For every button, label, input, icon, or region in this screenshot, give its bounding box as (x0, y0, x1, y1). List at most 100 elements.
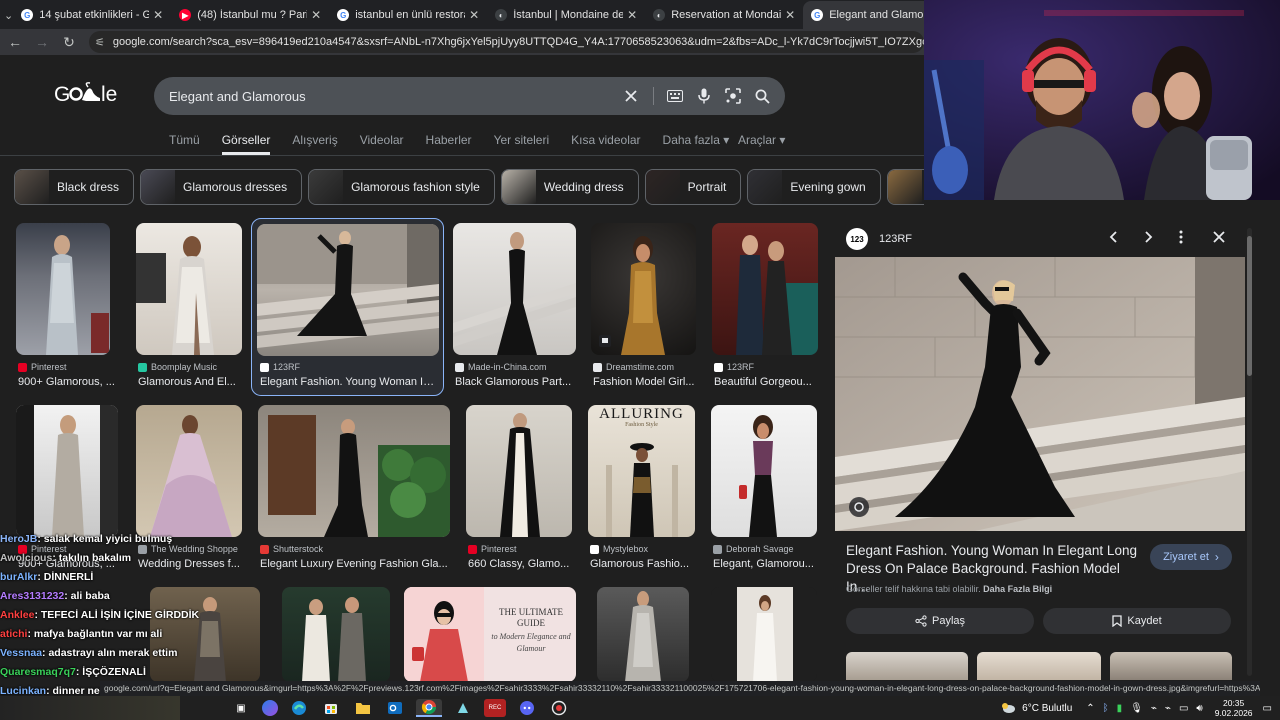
result-image[interactable]: ALLURING Fashion Style (588, 405, 695, 537)
tab-close-icon[interactable]: ✕ (785, 8, 795, 22)
result-image[interactable] (591, 223, 696, 355)
result-tile[interactable]: 123RF Beautiful Gorgeou... (712, 223, 820, 393)
tab-search-icon[interactable]: ⌄ (4, 1, 13, 29)
back-icon[interactable]: ← (3, 30, 27, 54)
result-caption[interactable]: 660 Classy, Glamo... (468, 558, 572, 570)
result-image[interactable] (597, 587, 689, 682)
green-app-icon[interactable]: ▮ (1117, 703, 1123, 714)
filter-chip[interactable]: Portrait (644, 169, 742, 205)
scrollbar-thumb[interactable] (1247, 236, 1252, 376)
outlook-icon[interactable] (384, 699, 406, 717)
result-tile[interactable] (711, 587, 819, 682)
network-icon[interactable]: ▭ (1179, 703, 1188, 714)
tools-menu[interactable]: Araçlar ▾ (738, 133, 785, 147)
related-image[interactable] (977, 652, 1101, 680)
browser-tab[interactable]: ▶ (48) İstanbul mu ? Paris mi dan... ✕ (171, 1, 329, 29)
result-caption[interactable]: Elegant Fashion. Young Woman In... (260, 376, 438, 388)
search-tab[interactable]: Haberler (426, 127, 472, 155)
search-tab[interactable]: Kısa videolar (571, 127, 640, 155)
edge-icon[interactable] (288, 699, 310, 717)
keyboard-icon[interactable] (662, 83, 688, 109)
result-caption[interactable]: Black Glamorous Part... (455, 376, 575, 388)
result-tile[interactable]: Made-in-China.com Black Glamorous Part..… (453, 223, 577, 393)
result-image[interactable] (258, 405, 450, 537)
result-image[interactable] (453, 223, 576, 355)
lens-icon[interactable] (720, 83, 746, 109)
result-image[interactable] (136, 223, 242, 355)
usb-icon[interactable]: ⌁ (1151, 703, 1157, 714)
result-caption[interactable]: Fashion Model Girl... (593, 376, 699, 388)
site-info-icon[interactable]: ⚟ (95, 36, 105, 49)
browser-tab[interactable]: ◐ Reservation at Mondaine De Pa...✕ (645, 1, 803, 29)
discord-icon[interactable] (516, 699, 538, 717)
close-icon[interactable] (1212, 230, 1226, 248)
preview-source[interactable]: 123 123RF (846, 228, 912, 250)
result-caption[interactable]: Beautiful Gorgeou... (714, 376, 818, 388)
license-link[interactable]: Daha Fazla Bilgi (983, 584, 1052, 594)
filter-chip[interactable]: Wedding dress (500, 169, 639, 205)
result-caption[interactable]: Glamorous Fashio... (590, 558, 696, 570)
result-caption[interactable]: 900+ Glamorous, ... (18, 376, 118, 388)
usb2-icon[interactable]: ⌁ (1165, 703, 1171, 714)
result-image[interactable] (711, 405, 817, 537)
forward-icon[interactable]: → (30, 30, 54, 54)
more-options-icon[interactable] (1178, 230, 1184, 248)
microphone-tray-icon[interactable]: 🎙 (1130, 703, 1143, 714)
chrome-icon[interactable] (416, 699, 442, 717)
result-tile[interactable]: ALLURING Fashion Style Mystylebox Glamor… (588, 405, 698, 575)
task-view-icon[interactable]: ▣ (230, 699, 252, 717)
folder-icon[interactable] (352, 699, 374, 717)
reload-icon[interactable]: ↻ (57, 30, 81, 54)
result-image[interactable] (712, 223, 818, 355)
result-tile[interactable] (597, 587, 689, 682)
result-caption[interactable]: Elegant, Glamorou... (713, 558, 817, 570)
next-icon[interactable] (1142, 230, 1154, 248)
result-tile[interactable]: Boomplay Music Glamorous And El... (136, 223, 246, 393)
visit-button[interactable]: Ziyaret et › (1150, 544, 1232, 570)
url-input[interactable]: ⚟ google.com/search?sca_esv=896419ed210a… (89, 31, 924, 53)
result-image[interactable] (711, 587, 817, 682)
search-tab[interactable]: Yer siteleri (494, 127, 550, 155)
search-box[interactable]: Elegant and Glamorous (154, 77, 785, 115)
weather-text[interactable]: 6°C Bulutlu (1022, 703, 1072, 714)
browser-tab[interactable]: Gistanbul en ünlü restoranlar ki... ✕ (329, 1, 487, 29)
search-input[interactable]: Elegant and Glamorous (169, 89, 618, 104)
app-icon[interactable] (452, 699, 474, 717)
google-logo[interactable]: G le (54, 80, 124, 114)
browser-tab[interactable]: ◐ İstanbul | Mondaine de Pariso İ...✕ (487, 1, 645, 29)
result-image[interactable] (16, 223, 110, 355)
tab-close-icon[interactable]: ✕ (627, 8, 637, 22)
result-image[interactable]: THE ULTIMATE GUIDE to Modern Elegance an… (404, 587, 576, 682)
microphone-icon[interactable] (691, 83, 717, 109)
result-tile[interactable]: Pinterest 660 Classy, Glamo... (466, 405, 574, 575)
result-tile[interactable]: THE ULTIMATE GUIDE to Modern Elegance an… (404, 587, 576, 682)
browser-tab[interactable]: G 14 şubat etkinlikleri - Google'da✕ (13, 1, 171, 29)
result-tile-selected[interactable]: 123RF Elegant Fashion. Young Woman In... (251, 218, 444, 396)
result-image[interactable] (257, 224, 439, 356)
result-image[interactable] (136, 405, 242, 537)
volume-icon[interactable]: 🔊︎ (1196, 703, 1202, 714)
filter-chip[interactable]: Black dress (14, 169, 135, 205)
search-icon[interactable] (749, 83, 775, 109)
prev-icon[interactable] (1108, 230, 1120, 248)
search-tab[interactable]: Videolar (360, 127, 404, 155)
related-image[interactable] (1110, 652, 1232, 680)
search-tab[interactable]: Daha fazla ▾ (663, 127, 730, 155)
copilot-icon[interactable] (262, 700, 278, 716)
tab-close-icon[interactable]: ✕ (153, 8, 163, 22)
search-tab[interactable]: Görseller (221, 127, 271, 155)
clear-icon[interactable] (618, 83, 644, 109)
clock[interactable]: 20:35 9.02.2026 (1215, 698, 1253, 718)
result-tile[interactable]: Dreamstime.com Fashion Model Girl... (591, 223, 699, 393)
notifications-icon[interactable]: ▭ (1263, 703, 1272, 714)
result-tile[interactable]: Deborah Savage Elegant, Glamorou... (711, 405, 819, 575)
filter-chip[interactable]: Glamorous dresses (140, 169, 303, 205)
tab-close-icon[interactable]: ✕ (469, 8, 479, 22)
result-caption[interactable]: Glamorous And El... (138, 376, 244, 388)
obs-recording-icon[interactable]: REC (484, 699, 506, 717)
chevron-up-icon[interactable]: ⌃ (1086, 703, 1094, 714)
preview-image[interactable] (835, 257, 1245, 531)
result-tile[interactable]: Pinterest 900+ Glamorous, ... (16, 223, 120, 393)
panel-scrollbar[interactable] (1247, 228, 1252, 676)
result-image[interactable] (466, 405, 572, 537)
